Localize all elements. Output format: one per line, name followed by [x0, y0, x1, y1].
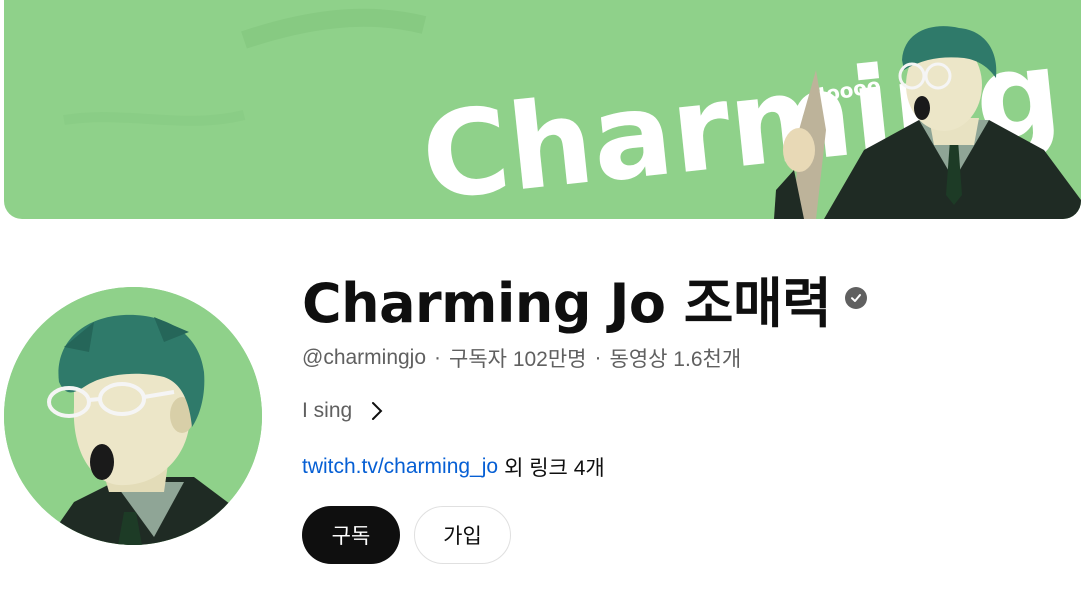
avatar-artwork: [4, 287, 262, 545]
meta-separator: ·: [434, 346, 442, 369]
action-buttons: 구독 가입: [302, 506, 1062, 564]
channel-title: Charming Jo 조매력: [302, 271, 832, 335]
channel-avatar[interactable]: [4, 287, 262, 545]
video-count: 동영상 1.6천개: [609, 348, 742, 371]
channel-banner: Charming Joooo: [4, 0, 1081, 219]
join-button[interactable]: 가입: [414, 506, 511, 564]
channel-handle: @charmingjo: [302, 346, 427, 369]
banner-artwork: Charming Joooo: [63, 8, 1081, 219]
chevron-right-icon: [372, 402, 383, 420]
channel-page: Charming Joooo Charming Jo 조매력 @charming…: [0, 0, 1085, 602]
channel-meta: @charmingjo · 구독자 102만명 · 동영상 1.6천개: [302, 340, 1062, 376]
channel-description[interactable]: I sing: [302, 394, 1062, 428]
meta-separator: ·: [594, 346, 602, 369]
title-row: Charming Jo 조매력: [302, 258, 1062, 338]
more-links[interactable]: 외 링크 4개: [504, 452, 605, 482]
channel-links: twitch.tv/charming_jo 외 링크 4개: [302, 450, 1062, 484]
description-text: I sing: [302, 399, 353, 422]
channel-info: Charming Jo 조매력 @charmingjo · 구독자 102만명 …: [302, 258, 1062, 564]
verified-check-icon: [845, 287, 868, 309]
subscribe-button[interactable]: 구독: [302, 506, 400, 564]
channel-link[interactable]: twitch.tv/charming_jo: [302, 455, 498, 479]
subscriber-count: 구독자 102만명: [449, 348, 587, 371]
